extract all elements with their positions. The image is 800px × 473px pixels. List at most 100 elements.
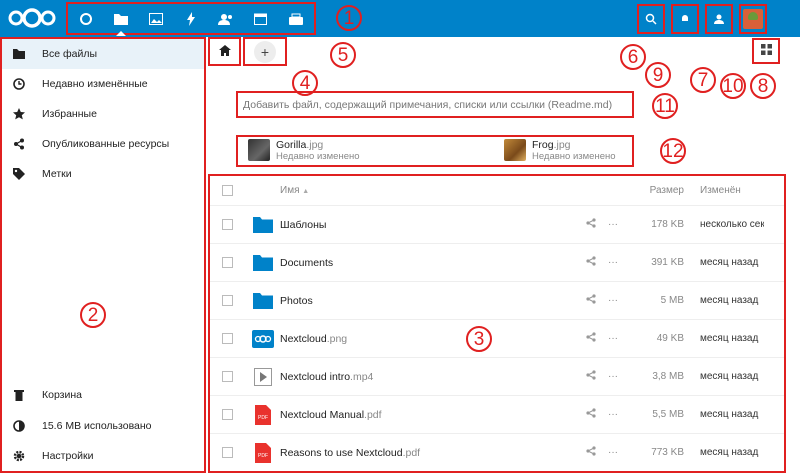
row-checkbox[interactable] [222,409,233,420]
table-row[interactable]: Шаблоны ··· 178 KB несколько секунд назад [210,206,784,244]
sidebar-item-shares[interactable]: Опубликованные ресурсы [2,129,204,159]
star-icon [12,107,26,121]
folder-icon [12,47,26,61]
sidebar-item-trash[interactable]: Корзина [2,380,204,410]
sidebar-item-label: Метки [42,168,72,180]
frog-thumbnail [504,139,526,161]
share-icon[interactable] [580,408,602,421]
row-checkbox[interactable] [222,371,233,382]
recent-file-name: Gorilla [276,139,307,151]
recent-file-ext: .jpg [553,139,571,151]
share-icon[interactable] [580,294,602,307]
plus-icon: + [254,40,276,63]
callout-4: 4 [292,70,318,96]
more-actions-icon[interactable]: ··· [602,219,624,230]
row-checkbox[interactable] [222,257,233,268]
callout-2: 2 [80,302,106,328]
row-checkbox[interactable] [222,333,233,344]
sidebar-item-tags[interactable]: Метки [2,159,204,189]
contacts-icon[interactable] [208,4,243,33]
table-row[interactable]: Nextcloud.png ··· 49 KB месяц назад [210,320,784,358]
more-actions-icon[interactable]: ··· [602,295,624,306]
files-icon[interactable] [103,4,138,36]
column-name[interactable]: Имя ▲ [280,185,624,196]
file-size: 178 KB [651,219,684,230]
sidebar-item-all-files[interactable]: Все файлы [2,39,204,69]
sidebar-item-label: Избранные [42,108,97,120]
row-checkbox[interactable] [222,447,233,458]
search-icon[interactable] [637,4,665,34]
recent-file[interactable]: Gorilla.jpg Недавно изменено [248,139,360,163]
callout-8: 8 [750,73,776,99]
share-icon[interactable] [580,370,602,383]
callout-6: 6 [620,44,646,70]
user-avatar[interactable] [739,4,767,34]
activity-icon[interactable] [173,4,208,33]
file-name[interactable]: Reasons to use Nextcloud.pdf [280,447,580,459]
sidebar-item-label: Все файлы [42,48,98,60]
file-modified: месяц назад [700,447,759,458]
share-icon[interactable] [580,256,602,269]
home-icon [218,44,231,59]
file-name[interactable]: Documents [280,257,580,269]
grid-view-toggle[interactable] [752,38,780,64]
svg-text:PDF: PDF [258,453,268,459]
svg-text:PDF: PDF [258,415,268,421]
file-name[interactable]: Nextcloud Manual.pdf [280,409,580,421]
file-size: 5,5 MB [652,409,684,420]
grid-icon [760,44,772,58]
new-file-button[interactable]: + [243,37,287,66]
table-row[interactable]: Nextcloud intro.mp4 ··· 3,8 MB месяц назад [210,358,784,396]
row-checkbox[interactable] [222,295,233,306]
calendar-icon[interactable] [243,4,278,33]
column-modified[interactable]: Изменён [684,185,764,196]
share-icon[interactable] [580,446,602,459]
file-size: 391 KB [651,257,684,268]
more-actions-icon[interactable]: ··· [602,447,624,458]
file-name[interactable]: Nextcloud.png [280,333,580,345]
table-row[interactable]: PDF Nextcloud Manual.pdf ··· 5,5 MB месяц на… [210,396,784,434]
breadcrumb-home[interactable] [208,37,241,66]
sidebar-item-label: Недавно изменённые [42,78,148,90]
file-modified: месяц назад [700,295,759,306]
more-actions-icon[interactable]: ··· [602,333,624,344]
sidebar-item-settings[interactable]: Настройки [2,441,204,471]
quota-icon [12,419,26,433]
deck-icon[interactable] [278,4,313,33]
gear-icon [12,449,26,463]
column-size[interactable]: Размер [624,185,684,196]
sidebar-item-recent[interactable]: Недавно изменённые [2,69,204,99]
sidebar-item-label: Корзина [42,389,82,401]
notifications-icon[interactable] [671,4,699,34]
file-size: 5 MB [660,295,684,306]
table-row[interactable]: Photos ··· 5 MB месяц назад [210,282,784,320]
file-name[interactable]: Шаблоны [280,219,580,231]
file-name[interactable]: Photos [280,295,580,307]
dashboard-icon[interactable] [68,4,103,33]
gorilla-thumbnail [248,139,270,161]
file-modified: месяц назад [700,409,759,420]
sidebar-item-favorites[interactable]: Избранные [2,99,204,129]
callout-11: 11 [652,93,678,119]
photos-icon[interactable] [138,4,173,33]
file-name[interactable]: Nextcloud intro.mp4 [280,371,580,383]
file-modified: несколько секунд назад [700,219,764,230]
sidebar-item-label: Настройки [42,450,94,462]
app-navigation: Все файлы Недавно изменённые Избранные О… [0,37,206,473]
readme-editor[interactable]: Добавить файл, содержащий примечания, сп… [236,91,634,118]
trash-icon [12,388,26,402]
recent-file[interactable]: Frog.jpg Недавно изменено [504,139,616,163]
table-row[interactable]: PDF Reasons to use Nextcloud.pdf ··· 773 KB… [210,434,784,471]
select-all-checkbox[interactable] [222,185,233,196]
contacts-menu-icon[interactable] [705,4,733,34]
nextcloud-logo[interactable] [6,6,58,30]
share-icon[interactable] [580,332,602,345]
more-actions-icon[interactable]: ··· [602,257,624,268]
table-row[interactable]: Documents ··· 391 KB месяц назад [210,244,784,282]
more-actions-icon[interactable]: ··· [602,409,624,420]
more-actions-icon[interactable]: ··· [602,371,624,382]
share-icon[interactable] [580,218,602,231]
pdf-icon: PDF [252,442,274,463]
row-checkbox[interactable] [222,219,233,230]
recent-file-status: Недавно изменено [276,151,360,162]
